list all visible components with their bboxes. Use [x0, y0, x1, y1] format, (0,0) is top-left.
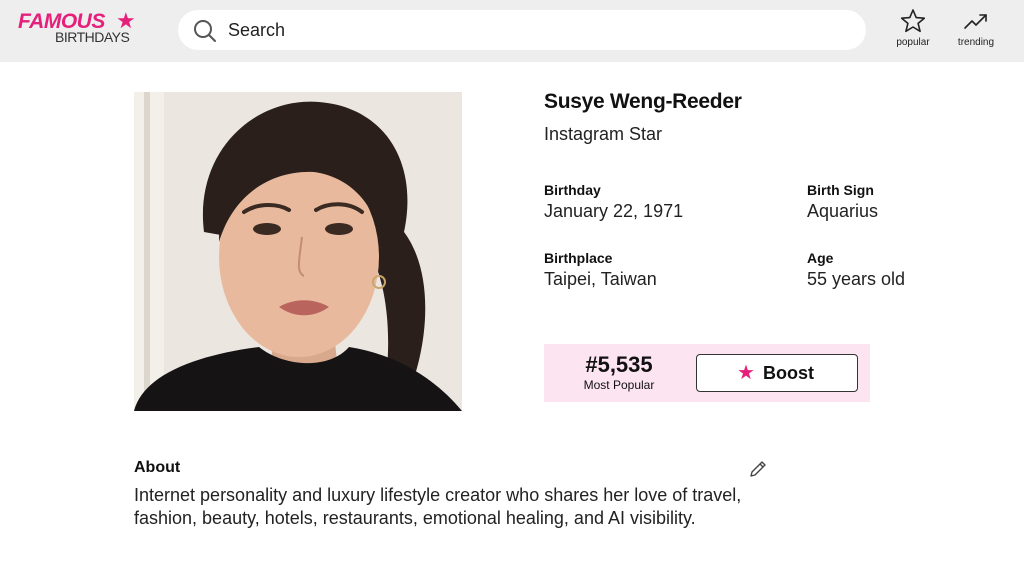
birth-sign-value[interactable]: Aquarius	[807, 201, 878, 222]
search-input[interactable]	[228, 10, 828, 50]
trending-up-icon	[964, 14, 987, 29]
birthday-value[interactable]: January 22, 1971	[544, 201, 683, 222]
nav-trending-label: trending	[957, 37, 995, 48]
edit-pencil-icon[interactable]	[748, 459, 768, 479]
popularity-rank-box: #5,535 Most Popular ★ Boost	[544, 344, 870, 402]
birthplace-value[interactable]: Taipei, Taiwan	[544, 269, 657, 290]
search-icon	[194, 20, 216, 42]
star-outline-icon	[900, 9, 926, 33]
age-label: Age	[807, 250, 834, 266]
boost-star-icon: ★	[737, 362, 755, 384]
top-header: FAMOUS ★ BIRTHDAYS popular trending	[0, 0, 1024, 62]
profile-photo-image	[134, 92, 462, 411]
nav-trending[interactable]: trending	[951, 8, 1001, 54]
about-text: Internet personality and luxury lifestyl…	[134, 485, 742, 528]
boost-button[interactable]: ★ Boost	[696, 354, 858, 392]
birth-sign-label: Birth Sign	[807, 182, 874, 198]
rank-caption: Most Popular	[583, 378, 655, 392]
logo-wordmark-bottom: BIRTHDAYS	[55, 29, 130, 45]
about-heading: About	[134, 459, 181, 476]
birthday-label: Birthday	[544, 182, 601, 198]
profile-photo	[134, 92, 462, 411]
rank-number: #5,535	[585, 352, 653, 377]
birthplace-label: Birthplace	[544, 250, 613, 266]
celebrity-name: Susye Weng-Reeder	[544, 90, 742, 113]
famous-birthdays-logo[interactable]: FAMOUS ★ BIRTHDAYS	[18, 10, 148, 50]
age-value[interactable]: 55 years old	[807, 269, 905, 290]
nav-popular-label: popular	[896, 37, 930, 48]
boost-label: Boost	[763, 363, 814, 383]
celebrity-profession[interactable]: Instagram Star	[544, 124, 662, 145]
nav-popular[interactable]: popular	[888, 8, 938, 54]
search-bar[interactable]	[178, 10, 866, 50]
